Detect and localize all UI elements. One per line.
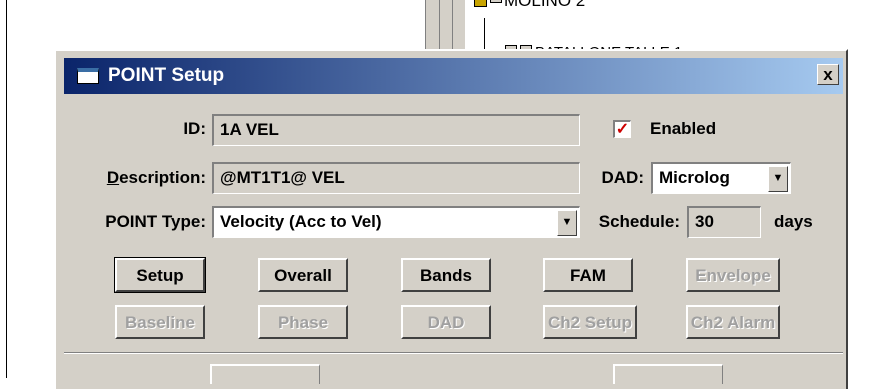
- tree-item-molino[interactable]: MOLINO 2: [474, 0, 585, 11]
- ch2-setup-button[interactable]: Ch2 Setup: [543, 305, 637, 339]
- dad-select[interactable]: Microlog ▼: [651, 162, 791, 194]
- point-type-value: Velocity (Acc to Vel): [220, 212, 382, 231]
- dad-button[interactable]: DAD: [401, 305, 491, 339]
- fam-button[interactable]: FAM: [543, 258, 633, 292]
- background-window-border: [6, 0, 7, 378]
- overall-button[interactable]: Overall: [258, 258, 348, 292]
- schedule-field[interactable]: 30: [687, 206, 761, 238]
- id-field[interactable]: 1A VEL: [212, 114, 580, 146]
- bands-button[interactable]: Bands: [401, 258, 491, 292]
- baseline-button[interactable]: Baseline: [115, 305, 205, 339]
- description-field[interactable]: @MT1T1@ VEL: [212, 162, 580, 194]
- dad-label: DAD:: [601, 168, 645, 187]
- point-type-select[interactable]: Velocity (Acc to Vel) ▼: [212, 206, 580, 238]
- point-type-label: POINT Type:: [105, 212, 206, 231]
- schedule-label: Schedule:: [598, 212, 680, 231]
- enabled-checkbox[interactable]: ✓: [613, 120, 631, 138]
- ok-button-partial[interactable]: [210, 364, 320, 384]
- envelope-button[interactable]: Envelope: [686, 258, 780, 292]
- description-label: Description:: [106, 168, 206, 187]
- close-button[interactable]: x: [817, 64, 839, 85]
- id-label: ID:: [183, 119, 206, 138]
- dad-select-value: Microlog: [659, 168, 730, 187]
- setup-button[interactable]: Setup: [114, 257, 206, 293]
- dialog-divider: [64, 352, 843, 354]
- close-icon: x: [823, 65, 833, 84]
- chevron-down-icon[interactable]: ▼: [557, 210, 577, 236]
- schedule-unit: days: [774, 212, 813, 231]
- chevron-down-icon[interactable]: ▼: [768, 166, 788, 192]
- tree-square-icon: [490, 0, 502, 3]
- phase-button[interactable]: Phase: [258, 305, 348, 339]
- ch2-alarm-button[interactable]: Ch2 Alarm: [686, 305, 780, 339]
- checkmark-icon: ✓: [615, 121, 630, 138]
- tree-item-label: MOLINO 2: [504, 0, 586, 10]
- enabled-label: Enabled: [650, 119, 717, 138]
- folder-icon: [474, 0, 487, 7]
- dialog-title: POINT Setup: [108, 65, 225, 86]
- cancel-button-partial[interactable]: [613, 364, 723, 384]
- window-icon: [77, 68, 99, 84]
